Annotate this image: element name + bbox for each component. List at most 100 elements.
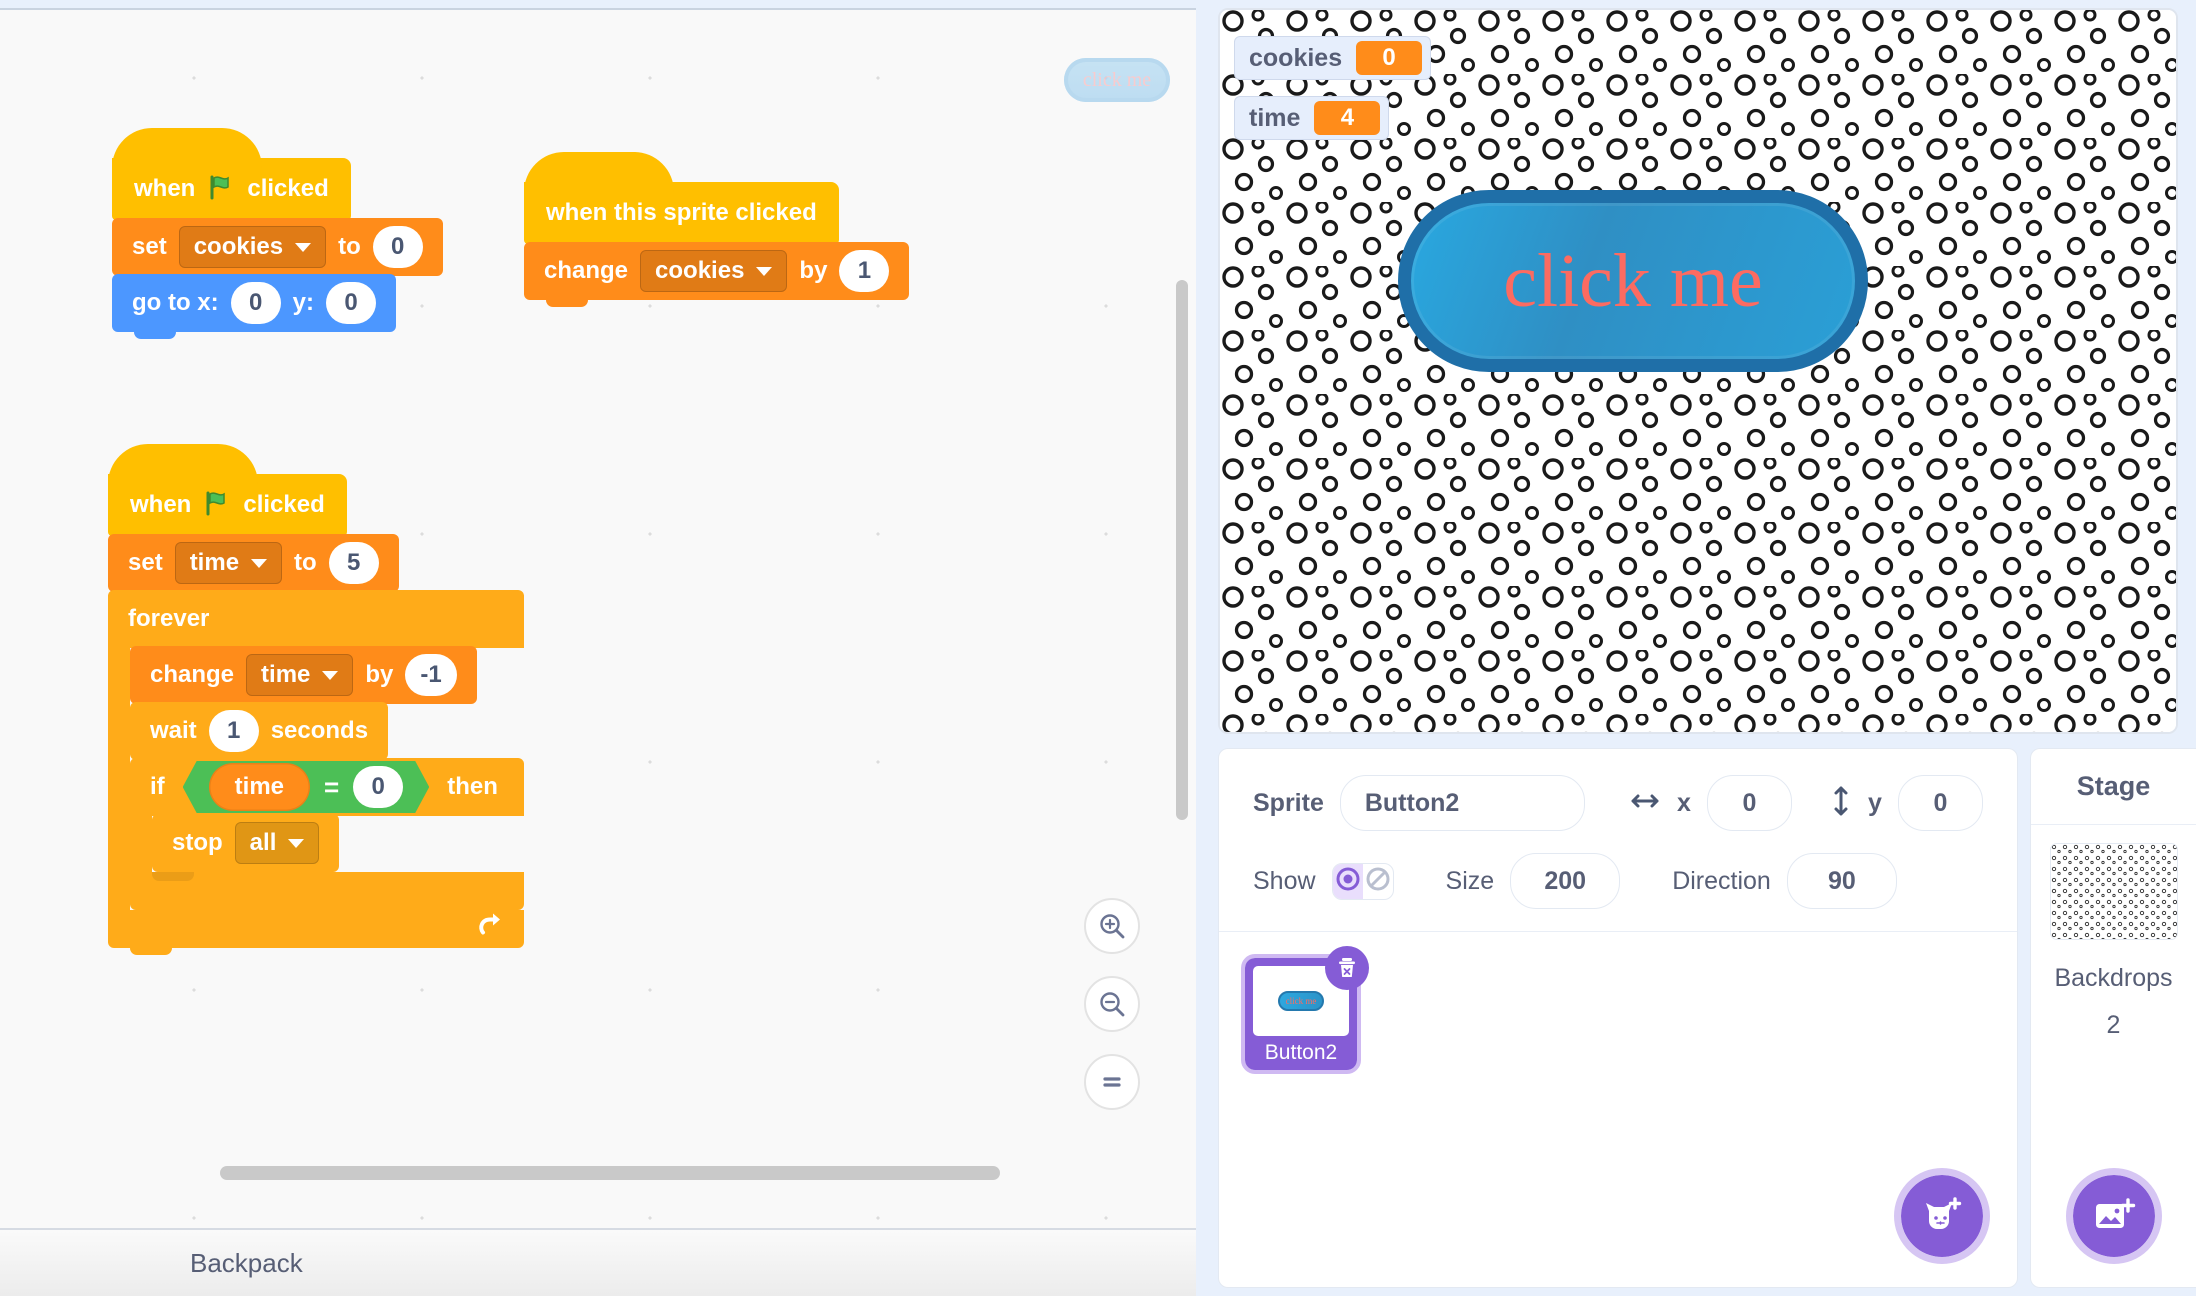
add-sprite-cat-icon — [1926, 1197, 1962, 1229]
show-sprite-icon[interactable] — [1332, 863, 1363, 899]
go-to-xy-block[interactable]: go to x: 0 y: 0 — [112, 274, 396, 339]
change-variable-block[interactable]: change cookies by 1 — [524, 242, 910, 307]
to-label: to — [338, 233, 361, 260]
chevron-down-icon — [288, 838, 305, 848]
workspace-sprite-watermark: click me — [1064, 58, 1170, 102]
script-green-flag-timer[interactable]: when clicked set time to 5 forever chang… — [108, 444, 524, 955]
when-flag-clicked-hat-block[interactable]: when clicked — [112, 128, 351, 220]
stage-backdrop-thumbnail[interactable] — [2049, 843, 2178, 940]
variable-dropdown-cookies[interactable]: cookies — [178, 226, 327, 268]
when-this-sprite-clicked-hat-block[interactable]: when this sprite clicked — [524, 152, 839, 244]
stage-selector-title: Stage — [2031, 749, 2196, 825]
if-left-arm — [130, 816, 152, 872]
variable-dropdown-cookies[interactable]: cookies — [640, 250, 788, 292]
if-then-footer — [130, 872, 524, 917]
hat-prefix-label: when — [134, 175, 196, 202]
sprite-pane: Sprite Button2 x 0 y 0 Show Size 200 Dir… — [1218, 748, 2018, 1288]
equals-operator-symbol: = — [324, 771, 340, 802]
variable-dropdown-label: cookies — [193, 233, 284, 260]
delete-sprite-icon[interactable] — [1325, 946, 1369, 990]
go-to-y-input[interactable]: 0 — [326, 282, 376, 324]
add-sprite-button[interactable] — [1894, 1168, 1990, 1264]
zoom-in-icon[interactable] — [1084, 898, 1140, 954]
hat-prefix-label: when — [130, 491, 192, 518]
script-sprite-clicked[interactable]: when this sprite clicked change cookies … — [524, 152, 910, 307]
stage-sprite-label: click me — [1503, 238, 1763, 323]
if-then-block[interactable]: if time = 0 then stop all — [130, 758, 524, 917]
show-label: Show — [1253, 866, 1316, 895]
scratch-editor: click me when clicked set cookies to 0 g… — [0, 0, 2196, 1296]
by-label: by — [365, 661, 394, 688]
workspace-sprite-watermark-label: click me — [1082, 68, 1152, 91]
if-notch — [152, 872, 194, 881]
forever-header[interactable]: forever — [108, 590, 524, 648]
sprite-size-input[interactable]: 200 — [1510, 853, 1621, 909]
size-label: Size — [1445, 866, 1495, 895]
code-workspace[interactable]: click me when clicked set cookies to 0 g… — [0, 8, 1196, 1228]
backpack-bar[interactable]: Backpack — [0, 1228, 1196, 1296]
set-value-input[interactable]: 0 — [372, 226, 423, 268]
sprite-direction-input[interactable]: 90 — [1786, 853, 1897, 909]
sprite-thumbnail-label: click me — [1285, 996, 1317, 1006]
variable-dropdown-time[interactable]: time — [174, 542, 283, 584]
stage-selector-pane[interactable]: Stage Backdrops 2 — [2030, 748, 2196, 1288]
variable-reporter-time[interactable]: time — [209, 763, 310, 811]
equals-operator-block[interactable]: time = 0 — [183, 761, 430, 813]
variable-monitor-time[interactable]: time 4 — [1234, 96, 1390, 140]
hat-suffix-label: clicked — [247, 175, 329, 202]
zoom-out-icon[interactable] — [1084, 976, 1140, 1032]
change-label: change — [150, 661, 235, 688]
change-value-input[interactable]: -1 — [405, 654, 457, 696]
loop-repeat-arrow-icon — [476, 911, 506, 948]
sprite-label: Sprite — [1253, 788, 1324, 817]
y-axis-icon — [1830, 784, 1852, 823]
go-to-label: go to x: — [132, 289, 219, 316]
seconds-label: seconds — [270, 717, 369, 744]
change-value-input[interactable]: 1 — [839, 250, 890, 292]
monitor-name: cookies — [1249, 43, 1343, 72]
change-variable-block[interactable]: change time by -1 — [130, 646, 477, 711]
forever-children: change time by -1 wait 1 seconds if time… — [130, 646, 524, 917]
forever-block[interactable]: forever change time by -1 wait 1 seconds… — [108, 590, 524, 955]
zoom-reset-icon[interactable] — [1084, 1054, 1140, 1110]
sprite-y-input[interactable]: 0 — [1897, 775, 1983, 831]
workspace-horizontal-scrollbar[interactable] — [220, 1166, 1000, 1180]
if-then-header[interactable]: if time = 0 then — [130, 758, 524, 816]
stage-area[interactable]: cookies 0 time 4 click me — [1218, 8, 2178, 734]
sprite-x-input[interactable]: 0 — [1706, 775, 1792, 831]
stop-block[interactable]: stop all — [152, 814, 340, 879]
sprite-info-row-2: Show Size 200 Direction 90 — [1253, 853, 1983, 909]
equals-right-input[interactable]: 0 — [353, 766, 403, 808]
direction-label: Direction — [1672, 866, 1771, 895]
stop-label: stop — [172, 829, 223, 856]
sprite-name-input[interactable]: Button2 — [1339, 775, 1585, 831]
when-flag-clicked-hat-block[interactable]: when clicked — [108, 444, 347, 536]
variable-dropdown-time[interactable]: time — [246, 654, 354, 696]
sprite-tile-button2[interactable]: click me Button2 — [1241, 946, 1369, 1074]
hide-sprite-icon[interactable] — [1363, 864, 1393, 899]
if-label: if — [150, 773, 165, 800]
stop-option-dropdown[interactable]: all — [234, 822, 320, 864]
chevron-down-icon — [295, 242, 312, 252]
sprite-visibility-toggle[interactable] — [1331, 862, 1394, 900]
then-label: then — [447, 773, 498, 800]
sprite-info-panel: Sprite Button2 x 0 y 0 Show Size 200 Dir… — [1219, 749, 2017, 909]
set-value-input[interactable]: 5 — [328, 542, 379, 584]
stage-sprite-click-me-button[interactable]: click me — [1398, 190, 1868, 372]
add-backdrop-button[interactable] — [2065, 1168, 2162, 1264]
go-to-x-input[interactable]: 0 — [230, 282, 281, 324]
variable-monitor-cookies[interactable]: cookies 0 — [1234, 36, 1432, 80]
script-green-flag-cookies[interactable]: when clicked set cookies to 0 go to x: 0… — [112, 128, 443, 339]
wait-duration-input[interactable]: 1 — [208, 710, 259, 752]
green-flag-icon — [204, 490, 230, 520]
wait-seconds-block[interactable]: wait 1 seconds — [130, 702, 389, 767]
workspace-zoom-controls[interactable] — [1084, 898, 1140, 1110]
workspace-vertical-scrollbar[interactable] — [1176, 280, 1188, 820]
forever-label: forever — [128, 605, 210, 632]
backdrops-label: Backdrops — [2054, 964, 2173, 992]
set-variable-block[interactable]: set cookies to 0 — [112, 218, 443, 283]
chevron-down-icon — [251, 558, 268, 568]
variable-dropdown-label: time — [189, 549, 240, 576]
backpack-label: Backpack — [190, 1247, 303, 1278]
set-variable-block[interactable]: set time to 5 — [108, 534, 399, 599]
